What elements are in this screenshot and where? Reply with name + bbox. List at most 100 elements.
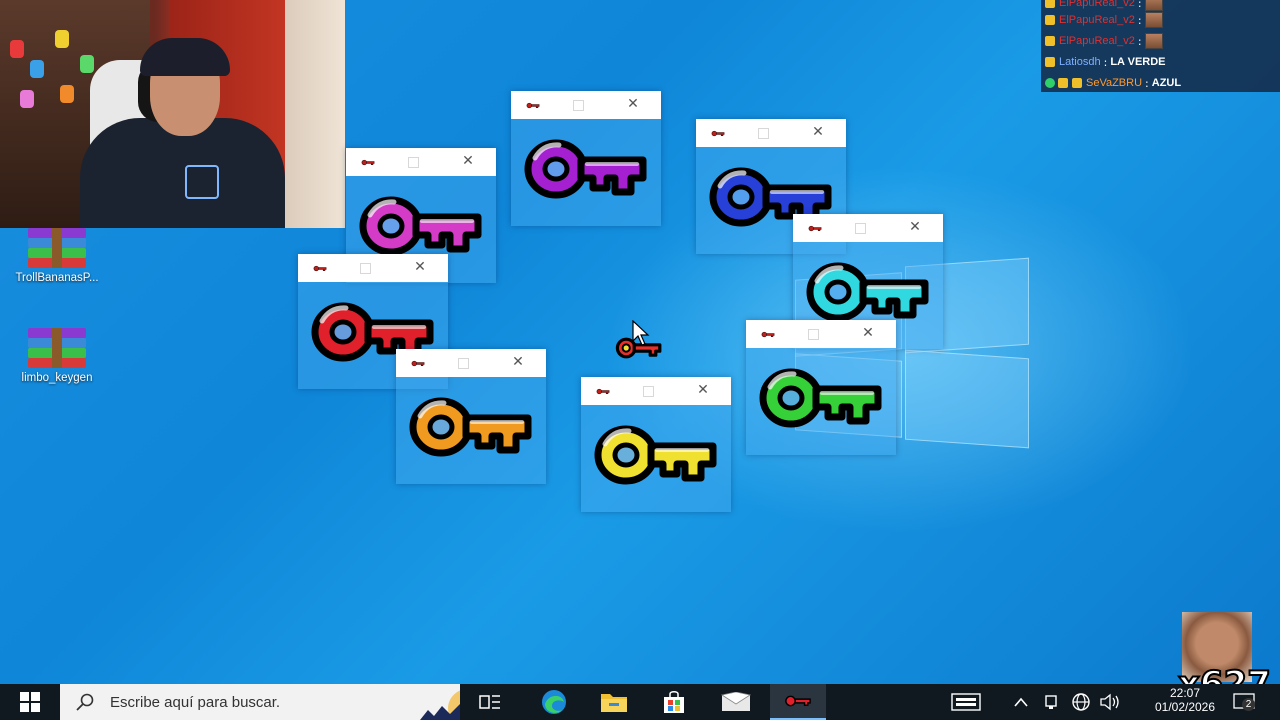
chat-username: Latiosdh [1059,56,1101,68]
edge-browser-icon [542,690,566,714]
tray-volume[interactable] [1098,684,1124,720]
window-title-bar[interactable]: ✕ [396,349,546,377]
chat-message: SeVaZBRU : AZUL [1045,73,1181,93]
desktop-icon-limbo-keygen[interactable]: limbo_keygen [2,328,112,384]
close-button[interactable]: ✕ [623,94,643,114]
sub-badge-icon [1058,78,1068,88]
maximize-button[interactable] [855,223,866,234]
stream-chat: ElPapuReal_v2 : ElPapuReal_v2 : ElPapuRe… [1041,0,1280,92]
key-app-icon [785,695,811,707]
chat-message: ElPapuReal_v2 : [1045,31,1163,51]
tray-overflow-button[interactable] [1010,684,1032,720]
window-title-bar[interactable]: ✕ [346,148,496,176]
key-window-icon [808,225,822,232]
maximize-button[interactable] [360,263,371,274]
key-window-yellow[interactable]: ✕ [581,377,731,512]
key-window-icon [361,159,375,166]
taskbar-key-app[interactable] [770,684,826,720]
key-window-orange[interactable]: ✕ [396,349,546,484]
taskbar-search-box[interactable]: Escribe aquí para buscar. [60,684,460,720]
chat-separator: : [1145,76,1149,90]
taskbar-file-explorer[interactable] [590,684,638,720]
search-placeholder: Escribe aquí para buscar. [110,693,281,711]
orange-key-icon [409,397,532,457]
window-title-bar[interactable]: ✕ [746,320,896,348]
crown-badge-icon [1072,78,1082,88]
window-title-bar[interactable]: ✕ [696,119,846,147]
window-title-bar[interactable]: ✕ [581,377,731,405]
chat-text: AZUL [1151,77,1182,89]
yellow-key-icon [594,425,717,485]
taskbar-mail[interactable] [710,684,762,720]
chat-username: ElPapuReal_v2 [1059,35,1135,47]
tray-keyboard[interactable] [948,684,984,720]
crown-badge-icon [1045,36,1055,46]
crown-badge-icon [1045,57,1055,67]
chat-username: ElPapuReal_v2 [1059,14,1135,26]
window-title-bar[interactable]: ✕ [298,254,448,282]
notification-center-button[interactable]: 2 [1226,684,1262,720]
close-button[interactable]: ✕ [410,257,430,277]
maximize-button[interactable] [458,358,469,369]
close-button[interactable]: ✕ [808,122,828,142]
maximize-button[interactable] [573,100,584,111]
emote-icon [1144,33,1163,49]
pink-key-icon [359,196,482,256]
speaker-volume-icon [1100,693,1119,711]
taskbar-clock[interactable]: 22:07 01/02/2026 [1140,684,1230,720]
chat-username: ElPapuReal_v2 [1059,0,1135,9]
folder-icon [601,694,627,712]
purple-key-icon [524,139,647,199]
start-button[interactable] [0,684,60,720]
close-button[interactable]: ✕ [458,151,478,171]
task-view-button[interactable] [468,684,512,720]
taskbar-edge[interactable] [530,684,578,720]
tray-usb[interactable] [1040,684,1062,720]
plus-badge-icon [1045,78,1055,88]
tray-network[interactable] [1068,684,1094,720]
crown-badge-icon [1045,0,1055,8]
maximize-button[interactable] [408,157,419,168]
chat-separator: : [1137,13,1142,27]
shirt-logo [185,165,219,199]
key-window-icon [596,388,610,395]
desktop-icon-label: limbo_keygen [21,372,93,384]
close-button[interactable]: ✕ [693,380,713,400]
key-window-green[interactable]: ✕ [746,320,896,455]
task-view-icon [479,695,500,709]
clock-date: 01/02/2026 [1154,700,1216,714]
key-window-purple[interactable]: ✕ [511,91,661,226]
key-window-icon [526,102,540,109]
cyan-key-icon [806,262,929,322]
taskbar-store[interactable] [650,684,698,720]
maximize-button[interactable] [758,128,769,139]
window-title-bar[interactable]: ✕ [511,91,661,119]
store-bag-icon [664,691,684,713]
close-button[interactable]: ✕ [858,323,878,343]
search-highlight-trees [420,704,460,720]
chat-message: ElPapuReal_v2 : [1045,10,1163,30]
desktop-icon-label: TrollBananasP... [15,272,99,284]
maximize-button[interactable] [643,386,654,397]
taskbar: Escribe aquí para buscar. 2 [0,684,1280,720]
emote-icon [1144,12,1163,28]
globe-network-icon [1072,693,1090,711]
close-button[interactable]: ✕ [905,217,925,237]
usb-device-icon [1045,695,1057,709]
chat-text: LA VERDE [1110,56,1166,68]
winrar-archive-icon [28,328,86,368]
mail-envelope-icon [721,692,751,711]
desktop-icon-trollbananas[interactable]: TrollBananasP... [2,228,112,284]
maximize-button[interactable] [808,329,819,340]
windows-start-icon [20,692,40,712]
key-window-icon [313,265,327,272]
key-window-icon [411,360,425,367]
streamer-webcam [0,0,345,228]
mouse-cursor-icon [632,320,650,346]
window-title-bar[interactable]: ✕ [793,214,943,242]
cap [140,38,230,76]
winrar-archive-icon [28,228,86,268]
chat-separator: : [1103,55,1108,69]
key-window-icon [761,331,775,338]
close-button[interactable]: ✕ [508,352,528,372]
